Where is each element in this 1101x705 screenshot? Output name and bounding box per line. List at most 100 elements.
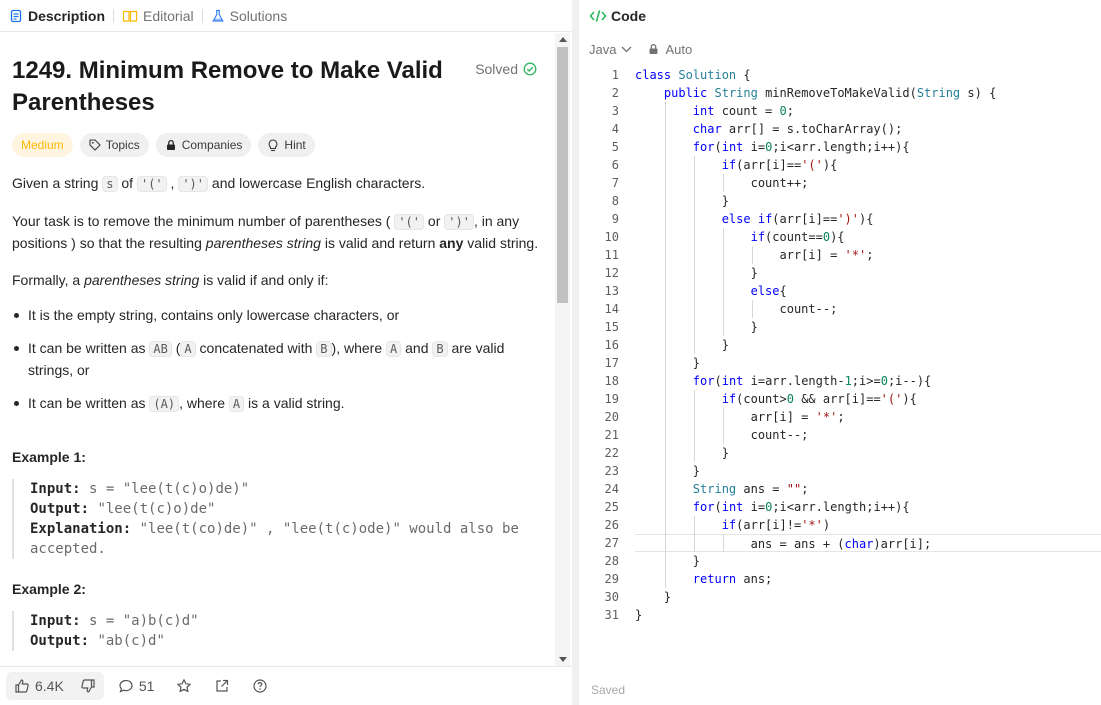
code-line[interactable]: 3 int count = 0; (579, 102, 1101, 120)
code-line[interactable]: 15 } (579, 318, 1101, 336)
indent-guide (664, 138, 666, 156)
line-number: 25 (604, 500, 619, 514)
companies-label: Companies (181, 138, 243, 152)
problem-tabs: Description Editorial Solutions (0, 0, 572, 32)
like-button[interactable]: 6.4K (6, 678, 72, 694)
code-line[interactable]: 16 } (579, 336, 1101, 354)
problem-title-line: 1249. Minimum Remove to Make Valid (12, 57, 443, 84)
indent-guide (664, 516, 666, 534)
inline-code: s (102, 176, 118, 192)
code-line[interactable]: 25 for(int i=0;i<arr.length;i++){ (579, 498, 1101, 516)
dislike-button[interactable] (72, 678, 104, 694)
indent-guide (664, 336, 666, 354)
code-line[interactable]: 10 if(count==0){ (579, 228, 1101, 246)
scrollbar-thumb[interactable] (557, 47, 568, 303)
hint-button[interactable]: Hint (258, 133, 315, 157)
code-line[interactable]: 4 char arr[] = s.toCharArray(); (579, 120, 1101, 138)
code-line[interactable]: 30 } (579, 588, 1101, 606)
indent-guide (664, 390, 666, 408)
code-text: public String minRemoveToMakeValid(Strin… (663, 86, 997, 100)
problem-title[interactable]: 1249. Minimum Remove to Make Valid Paren… (12, 55, 462, 119)
thumbs-up-icon (14, 678, 30, 694)
indent-guide (693, 444, 695, 462)
line-number: 8 (611, 194, 619, 208)
code-line[interactable]: 23 } (579, 462, 1101, 480)
scroll-down-arrow-icon[interactable] (559, 657, 567, 662)
help-button[interactable] (244, 678, 276, 694)
code-line[interactable]: 19 if(count>0 && arr[i]=='('){ (579, 390, 1101, 408)
tag-icon (89, 139, 101, 151)
line-number: 23 (604, 464, 619, 478)
line-number: 24 (604, 482, 619, 496)
code-text: } (635, 590, 672, 604)
tab-editorial[interactable]: Editorial (122, 8, 194, 24)
code-line[interactable]: 22 } (579, 444, 1101, 462)
code-line[interactable]: 1 class Solution { (579, 66, 1101, 84)
line-number: 14 (604, 302, 619, 316)
example-label: Output: (30, 633, 90, 649)
example-value: "lee(t(c)o)de" (89, 501, 216, 517)
line-number: 28 (604, 554, 619, 568)
text-run: , (166, 175, 179, 191)
code-line[interactable]: 13 else{ (579, 282, 1101, 300)
inline-code: A (386, 341, 402, 357)
text-run: and lowercase English characters. (208, 175, 426, 191)
code-text: count++; (750, 176, 809, 190)
code-line[interactable]: 28 } (579, 552, 1101, 570)
code-line[interactable]: 21 count--; (579, 426, 1101, 444)
favorite-button[interactable] (168, 678, 200, 694)
code-line[interactable]: 26 if(arr[i]!='*') (579, 516, 1101, 534)
code-line[interactable]: 7 count++; (579, 174, 1101, 192)
code-line[interactable]: 2 public String minRemoveToMakeValid(Str… (579, 84, 1101, 102)
code-line[interactable]: 11 arr[i] = '*'; (579, 246, 1101, 264)
indent-guide (664, 570, 666, 588)
tab-code[interactable]: Code (579, 0, 1101, 32)
code-line[interactable]: 5 for(int i=0;i<arr.length;i++){ (579, 138, 1101, 156)
code-text: } (635, 338, 729, 352)
code-line[interactable]: 6 if(arr[i]=='('){ (579, 156, 1101, 174)
comments-button[interactable]: 51 (110, 678, 163, 694)
tab-editorial-label: Editorial (143, 7, 194, 24)
code-text: count--; (750, 428, 809, 442)
code-text: } (635, 320, 758, 334)
indent-guide (664, 462, 666, 480)
code-line[interactable]: 9 else if(arr[i]==')'){ (579, 210, 1101, 228)
lock-icon (648, 43, 659, 55)
line-number: 4 (611, 122, 619, 136)
auto-mode-toggle[interactable]: Auto (648, 42, 692, 57)
line-number: 6 (611, 158, 619, 172)
code-text: return ans; (692, 572, 773, 586)
tab-description[interactable]: Description (9, 8, 105, 24)
code-line[interactable]: 20 arr[i] = '*'; (579, 408, 1101, 426)
example-1-block: Input: s = "lee(t(c)o)de)" Output: "lee(… (12, 479, 543, 559)
line-number: 2 (611, 86, 619, 100)
scroll-up-arrow-icon[interactable] (559, 37, 567, 42)
code-editor[interactable]: 1 class Solution {2 public String minRemo… (579, 66, 1101, 624)
code-line[interactable]: 18 for(int i=arr.length-1;i>=0;i--){ (579, 372, 1101, 390)
code-line[interactable]: 8 } (579, 192, 1101, 210)
code-line[interactable]: 24 String ans = ""; (579, 480, 1101, 498)
code-line[interactable]: 31} (579, 606, 1101, 624)
like-dislike-group: 6.4K (6, 672, 104, 700)
indent-guide (722, 300, 724, 318)
solved-badge: Solved (475, 61, 537, 77)
companies-button[interactable]: Companies (155, 133, 252, 157)
problem-description[interactable]: 1249. Minimum Remove to Make Valid Paren… (0, 33, 555, 666)
code-line[interactable]: 29 return ans; (579, 570, 1101, 588)
code-line[interactable]: 17 } (579, 354, 1101, 372)
check-circle-icon (523, 62, 537, 76)
topics-button[interactable]: Topics (79, 133, 149, 157)
indent-guide (722, 228, 724, 246)
line-number: 18 (604, 374, 619, 388)
language-select[interactable]: Java (589, 42, 632, 57)
code-line[interactable]: 14 count--; (579, 300, 1101, 318)
code-line[interactable]: 27 ans = ans + (char)arr[i]; (579, 534, 1101, 552)
line-number: 17 (604, 356, 619, 370)
code-text: String ans = ""; (692, 482, 809, 496)
text-run: is valid and return (320, 235, 440, 251)
text-run: concatenated with (195, 340, 317, 356)
code-line[interactable]: 12 } (579, 264, 1101, 282)
description-scrollbar[interactable] (555, 33, 570, 666)
tab-solutions[interactable]: Solutions (211, 8, 287, 24)
share-button[interactable] (206, 678, 238, 694)
